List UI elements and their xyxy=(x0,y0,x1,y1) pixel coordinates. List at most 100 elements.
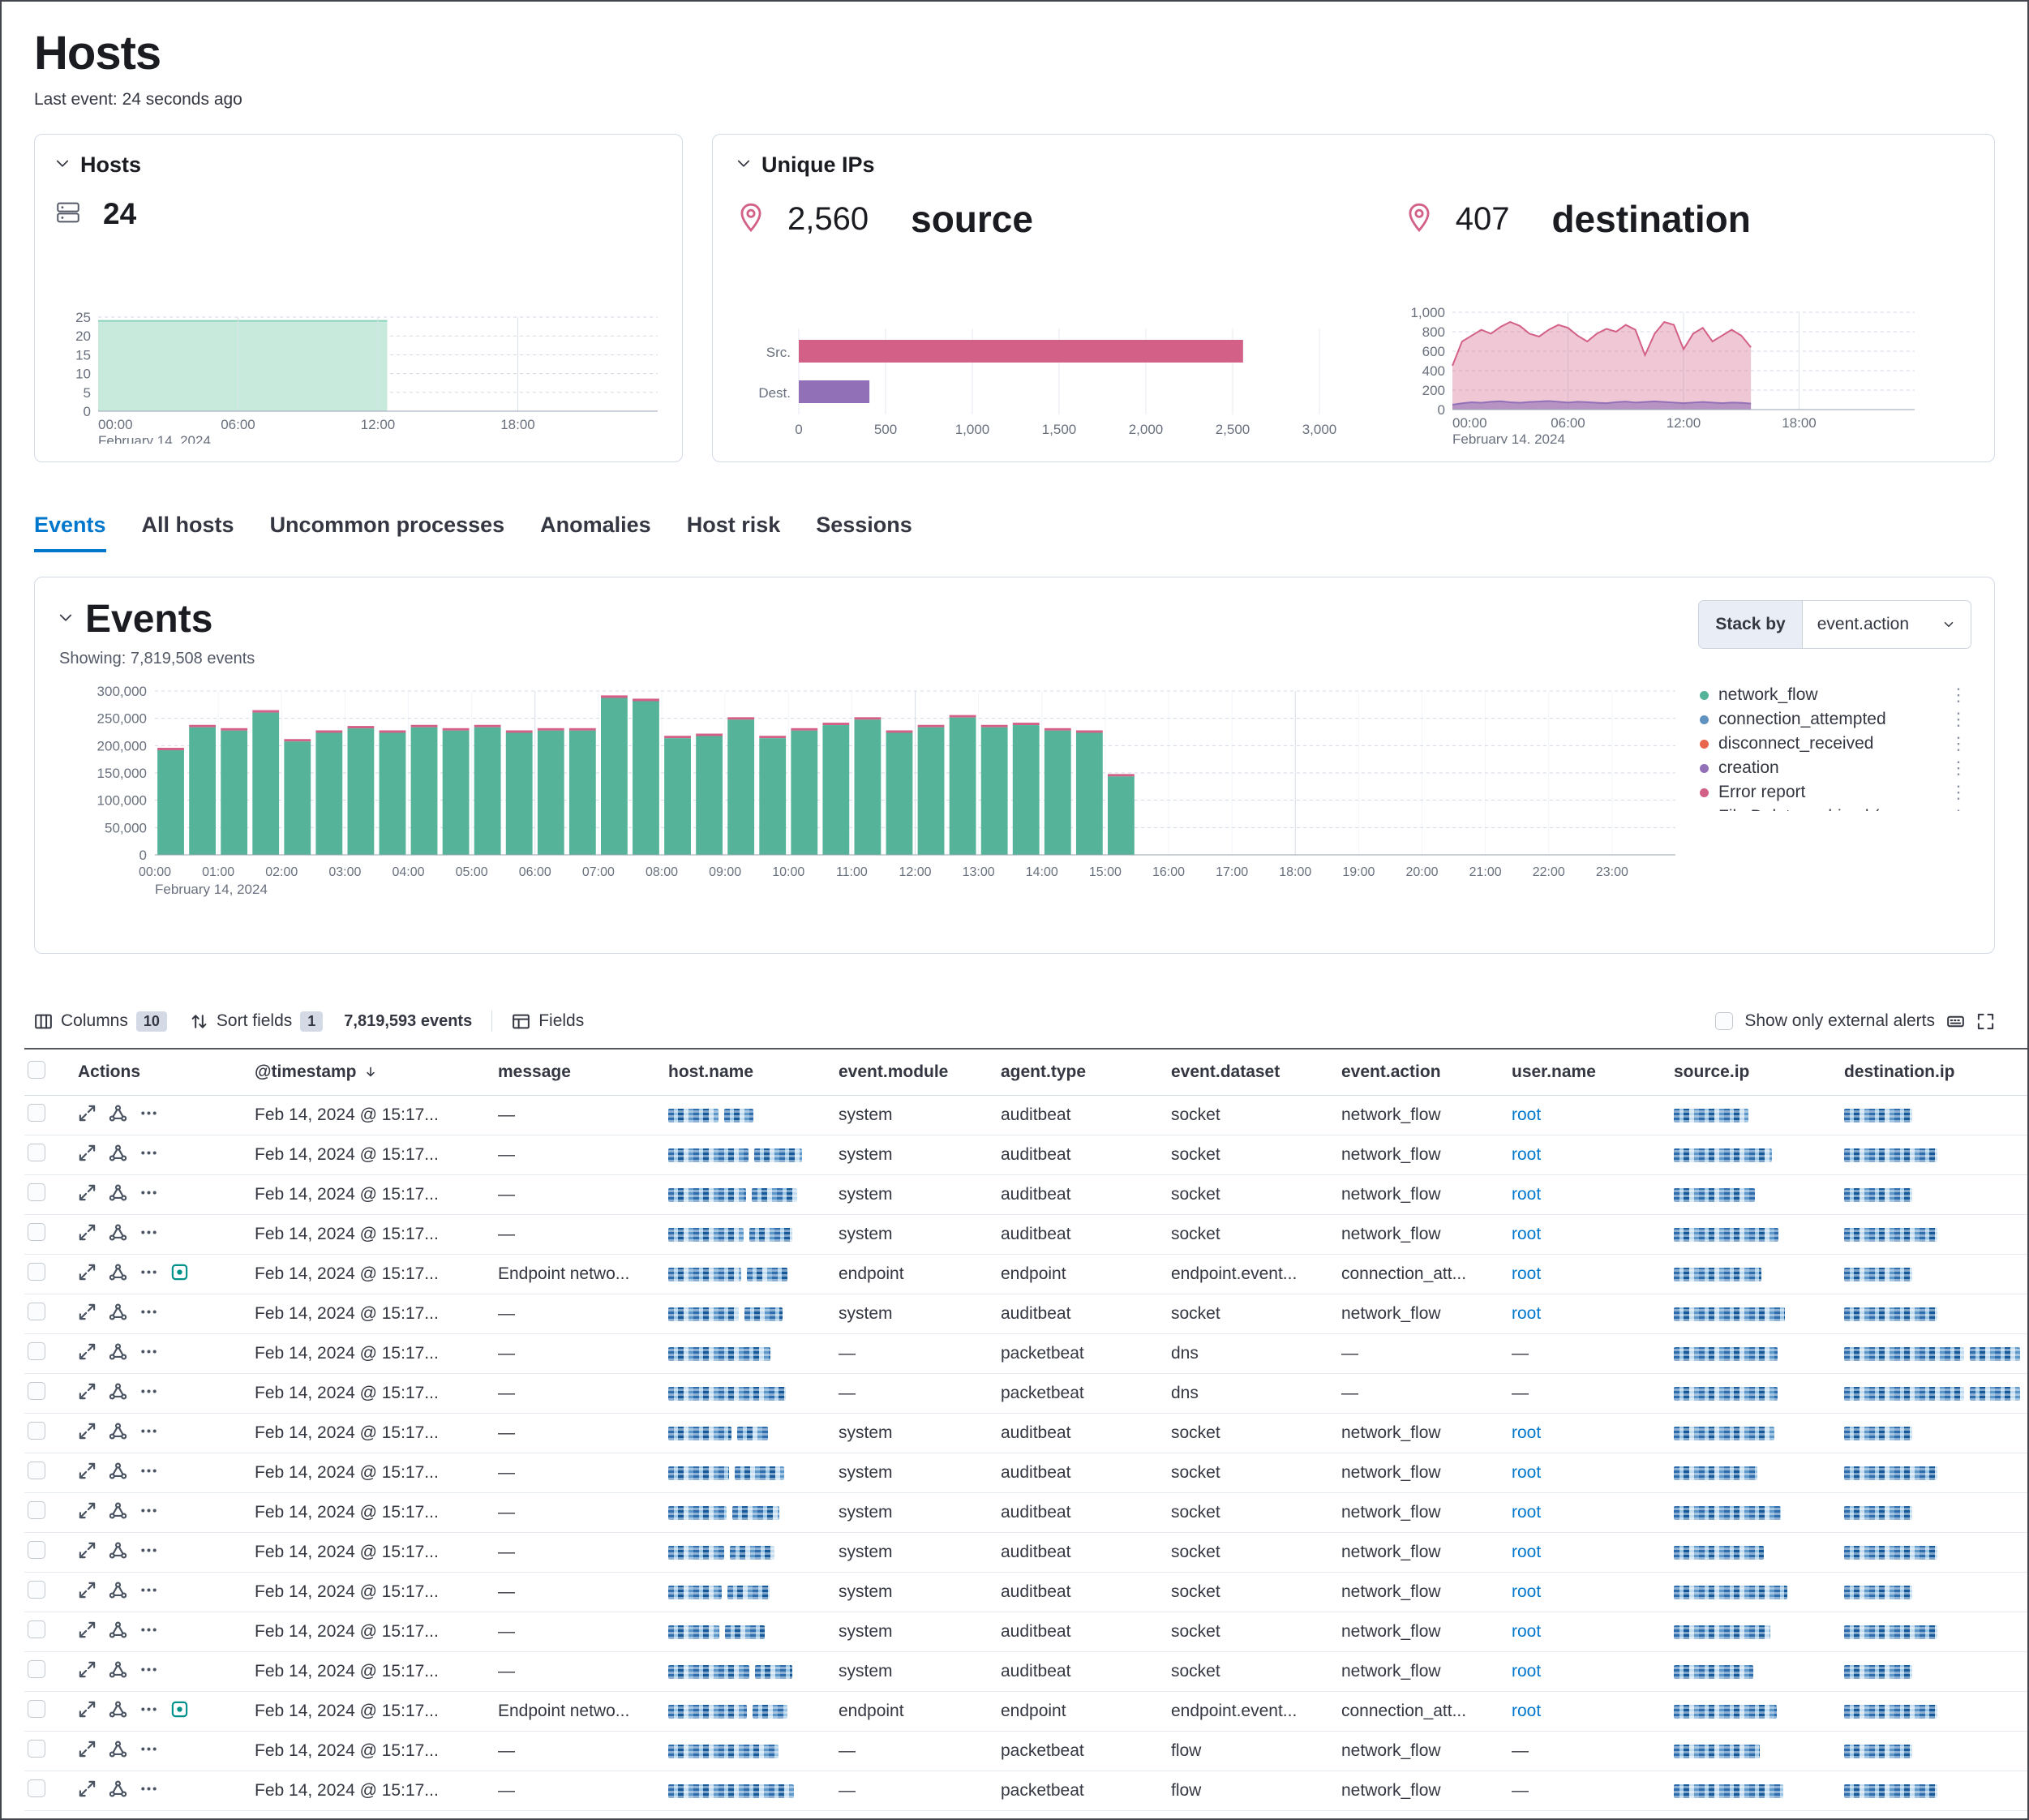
expand-event-icon[interactable] xyxy=(78,1660,97,1684)
collapse-chevron-icon[interactable] xyxy=(58,609,74,629)
more-actions-icon[interactable] xyxy=(139,1779,158,1803)
row-checkbox[interactable] xyxy=(28,1422,45,1440)
table-row[interactable]: Feb 14, 2024 @ 15:17... — system auditbe… xyxy=(24,1453,2027,1493)
expand-event-icon[interactable] xyxy=(78,1422,97,1445)
table-row[interactable]: Feb 14, 2024 @ 15:17... — system auditbe… xyxy=(24,1652,2027,1692)
table-row[interactable]: Feb 14, 2024 @ 15:17... — system auditbe… xyxy=(24,1294,2027,1334)
row-checkbox[interactable] xyxy=(28,1342,45,1360)
analyze-event-icon[interactable] xyxy=(109,1581,127,1604)
analyze-event-icon[interactable] xyxy=(109,1541,127,1565)
analyze-event-icon[interactable] xyxy=(109,1620,127,1644)
user-name-cell[interactable]: root xyxy=(1495,1304,1658,1324)
more-actions-icon[interactable] xyxy=(139,1382,158,1406)
row-checkbox[interactable] xyxy=(28,1700,45,1718)
more-actions-icon[interactable] xyxy=(139,1581,158,1604)
table-row[interactable]: Feb 14, 2024 @ 15:17... Endpoint netwo..… xyxy=(24,1692,2027,1732)
more-actions-icon[interactable] xyxy=(139,1263,158,1286)
analyze-event-icon[interactable] xyxy=(109,1740,127,1763)
legend-menu-icon[interactable]: ⋮ xyxy=(1943,709,1967,730)
legend-menu-icon[interactable]: ⋮ xyxy=(1943,806,1967,811)
col-destination-ip[interactable]: destination.ip xyxy=(1828,1062,2027,1082)
legend-menu-icon[interactable]: ⋮ xyxy=(1943,685,1967,706)
collapse-chevron-icon[interactable] xyxy=(54,155,71,175)
more-actions-icon[interactable] xyxy=(139,1660,158,1684)
col-source-ip[interactable]: source.ip xyxy=(1658,1062,1828,1082)
row-checkbox[interactable] xyxy=(28,1382,45,1400)
more-actions-icon[interactable] xyxy=(139,1144,158,1167)
user-name-cell[interactable]: — xyxy=(1495,1384,1658,1403)
analyze-event-icon[interactable] xyxy=(109,1104,127,1127)
tab-anomalies[interactable]: Anomalies xyxy=(540,513,651,552)
expand-event-icon[interactable] xyxy=(78,1382,97,1406)
expand-event-icon[interactable] xyxy=(78,1342,97,1366)
more-actions-icon[interactable] xyxy=(139,1620,158,1644)
more-actions-icon[interactable] xyxy=(139,1342,158,1366)
endpoint-badge-icon[interactable] xyxy=(170,1263,189,1286)
analyze-event-icon[interactable] xyxy=(109,1183,127,1207)
more-actions-icon[interactable] xyxy=(139,1104,158,1127)
user-name-cell[interactable]: root xyxy=(1495,1662,1658,1681)
user-name-cell[interactable]: — xyxy=(1495,1344,1658,1363)
row-checkbox[interactable] xyxy=(28,1740,45,1758)
row-checkbox[interactable] xyxy=(28,1501,45,1519)
col-event-dataset[interactable]: event.dataset xyxy=(1155,1062,1325,1082)
more-actions-icon[interactable] xyxy=(139,1303,158,1326)
expand-event-icon[interactable] xyxy=(78,1183,97,1207)
user-name-cell[interactable]: root xyxy=(1495,1264,1658,1284)
analyze-event-icon[interactable] xyxy=(109,1382,127,1406)
analyze-event-icon[interactable] xyxy=(109,1779,127,1803)
stack-by-select[interactable]: event.action xyxy=(1803,601,1971,648)
table-row[interactable]: Feb 14, 2024 @ 15:17... Endpoint netwo..… xyxy=(24,1255,2027,1294)
row-checkbox[interactable] xyxy=(28,1660,45,1678)
user-name-cell[interactable]: root xyxy=(1495,1105,1658,1125)
table-row[interactable]: Feb 14, 2024 @ 15:17... — system auditbe… xyxy=(24,1175,2027,1215)
row-checkbox[interactable] xyxy=(28,1779,45,1797)
table-row[interactable]: Feb 14, 2024 @ 15:17... — system auditbe… xyxy=(24,1414,2027,1453)
row-checkbox[interactable] xyxy=(28,1223,45,1241)
col-message[interactable]: message xyxy=(482,1062,652,1082)
legend-menu-icon[interactable]: ⋮ xyxy=(1943,733,1967,754)
analyze-event-icon[interactable] xyxy=(109,1422,127,1445)
legend-menu-icon[interactable]: ⋮ xyxy=(1943,758,1967,779)
analyze-event-icon[interactable] xyxy=(109,1501,127,1525)
collapse-chevron-icon[interactable] xyxy=(736,155,752,175)
user-name-cell[interactable]: root xyxy=(1495,1543,1658,1562)
legend-item[interactable]: creation⋮ xyxy=(1700,756,1967,780)
legend-item[interactable]: network_flow⋮ xyxy=(1700,683,1967,707)
table-row[interactable]: Feb 14, 2024 @ 15:17... — — packetbeat f… xyxy=(24,1771,2027,1811)
select-all-checkbox[interactable] xyxy=(28,1061,45,1079)
more-actions-icon[interactable] xyxy=(139,1183,158,1207)
row-checkbox[interactable] xyxy=(28,1183,45,1201)
user-name-cell[interactable]: root xyxy=(1495,1702,1658,1721)
row-checkbox[interactable] xyxy=(28,1620,45,1638)
analyze-event-icon[interactable] xyxy=(109,1462,127,1485)
more-actions-icon[interactable] xyxy=(139,1501,158,1525)
tab-events[interactable]: Events xyxy=(34,513,106,552)
analyze-event-icon[interactable] xyxy=(109,1660,127,1684)
expand-event-icon[interactable] xyxy=(78,1303,97,1326)
row-checkbox[interactable] xyxy=(28,1263,45,1281)
fields-button[interactable]: Fields xyxy=(512,1011,584,1031)
user-name-cell[interactable]: root xyxy=(1495,1145,1658,1165)
table-row[interactable]: Feb 14, 2024 @ 15:17... — — packetbeat f… xyxy=(24,1811,2027,1820)
table-row[interactable]: Feb 14, 2024 @ 15:17... — system auditbe… xyxy=(24,1493,2027,1533)
table-row[interactable]: Feb 14, 2024 @ 15:17... — system auditbe… xyxy=(24,1135,2027,1175)
analyze-event-icon[interactable] xyxy=(109,1144,127,1167)
sort-fields-button[interactable]: Sort fields 1 xyxy=(190,1011,323,1032)
expand-event-icon[interactable] xyxy=(78,1501,97,1525)
table-row[interactable]: Feb 14, 2024 @ 15:17... — — packetbeat d… xyxy=(24,1374,2027,1414)
legend-item[interactable]: connection_attempted⋮ xyxy=(1700,707,1967,732)
more-actions-icon[interactable] xyxy=(139,1541,158,1565)
columns-button[interactable]: Columns 10 xyxy=(34,1011,167,1032)
expand-event-icon[interactable] xyxy=(78,1104,97,1127)
col-host-name[interactable]: host.name xyxy=(652,1062,822,1082)
tab-all-hosts[interactable]: All hosts xyxy=(142,513,234,552)
fullscreen-icon[interactable] xyxy=(1976,1012,1995,1031)
user-name-cell[interactable]: root xyxy=(1495,1225,1658,1244)
expand-event-icon[interactable] xyxy=(78,1779,97,1803)
external-alerts-checkbox[interactable] xyxy=(1715,1012,1733,1030)
endpoint-badge-icon[interactable] xyxy=(170,1700,189,1723)
table-row[interactable]: Feb 14, 2024 @ 15:17... — system auditbe… xyxy=(24,1215,2027,1255)
legend-item[interactable]: File Delete archived (⋮ xyxy=(1700,805,1967,811)
expand-event-icon[interactable] xyxy=(78,1263,97,1286)
